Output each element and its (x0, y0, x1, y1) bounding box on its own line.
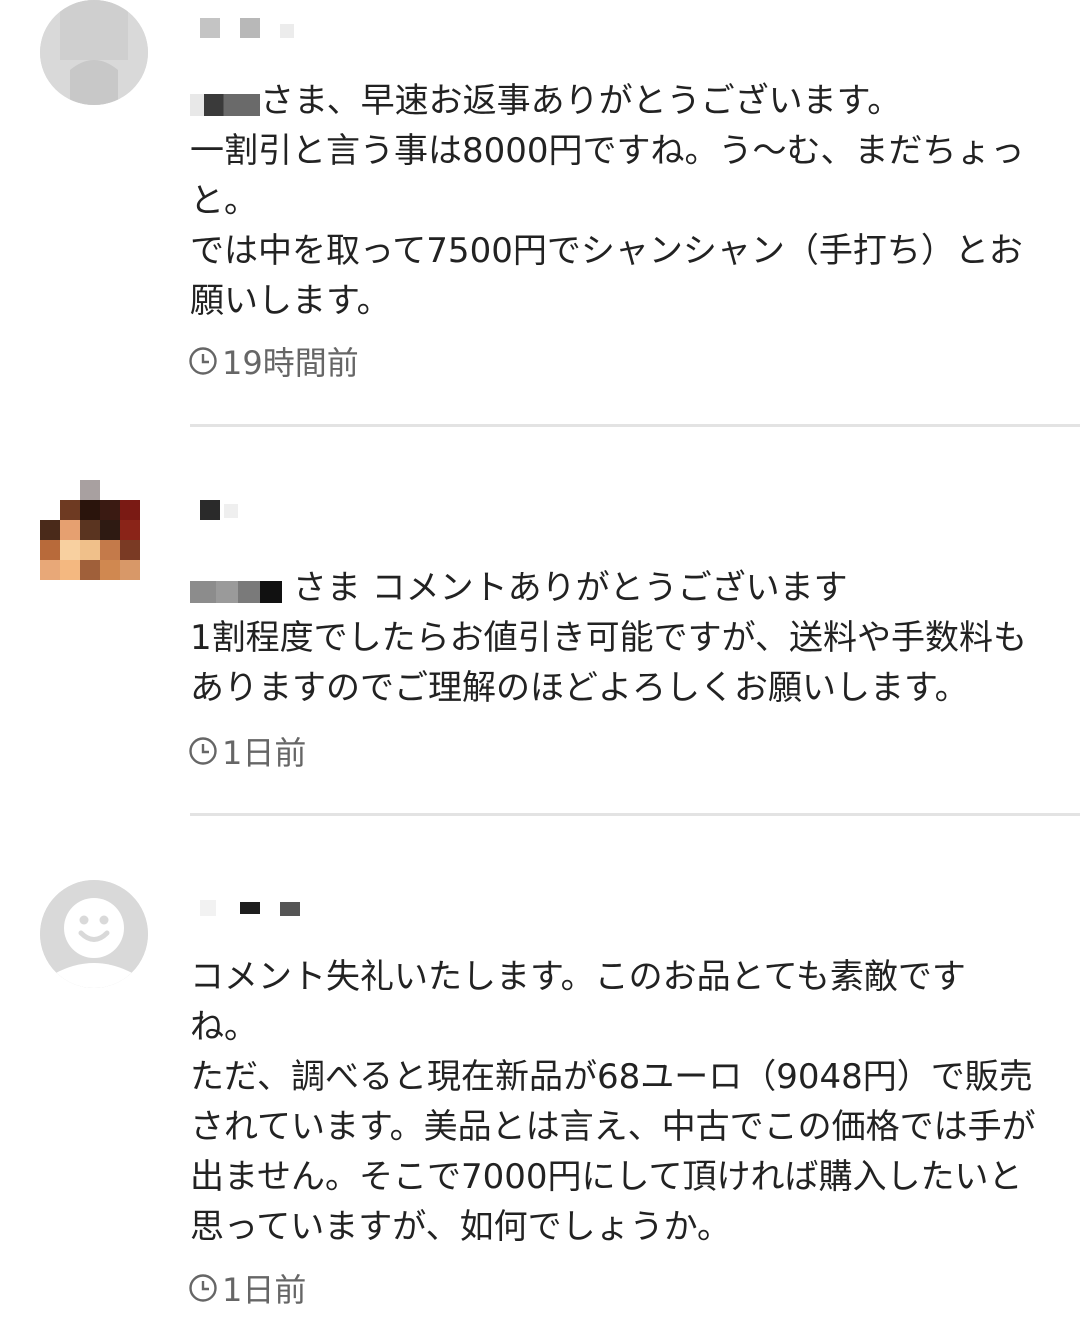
smiley-avatar-icon (40, 880, 148, 988)
comment-body-rest: 一割引と言う事は8000円ですね。う〜む、まだちょっ と。 では中を取って750… (190, 131, 1025, 321)
comment-timestamp: 1日前 (188, 1270, 306, 1309)
redacted-name (190, 94, 260, 116)
clock-icon (189, 347, 217, 375)
comment-body: さま コメントありがとうございます 1割程度でしたらお値引き可能ですが、送料や手… (190, 563, 1050, 713)
avatar[interactable] (40, 480, 148, 588)
user-avatar-icon (40, 0, 148, 105)
clock-icon (189, 737, 217, 765)
comment-body-rest: 1割程度でしたらお値引き可能ですが、送料や手数料も ありますのでご理解のほどよろ… (190, 618, 1027, 708)
timestamp-label: 1日前 (222, 734, 307, 772)
clock-icon (189, 1274, 217, 1302)
comment-body: さま、早速お返事ありがとうございます。 一割引と言う事は8000円ですね。う〜む… (190, 76, 1050, 326)
avatar[interactable] (40, 0, 148, 105)
comment-divider (190, 424, 1080, 427)
comment-timestamp: 1日前 (188, 733, 306, 772)
timestamp-label: 1日前 (222, 1271, 307, 1309)
comment-body-line-1: さま、早速お返事ありがとうございます。 (260, 81, 902, 121)
comment-body: コメント失礼いたします。このお品とても素敵です ね。 ただ、調べると現在新品が6… (190, 952, 1050, 1252)
comment-body-line-1: さま コメントありがとうございます (282, 568, 848, 608)
avatar[interactable] (40, 880, 148, 988)
redacted-name (190, 581, 282, 603)
comment-timestamp: 19時間前 (188, 343, 359, 382)
timestamp-label: 19時間前 (222, 344, 359, 382)
comment-body-text: コメント失礼いたします。このお品とても素敵です ね。 ただ、調べると現在新品が6… (190, 957, 1036, 1247)
comment-divider (190, 813, 1080, 816)
